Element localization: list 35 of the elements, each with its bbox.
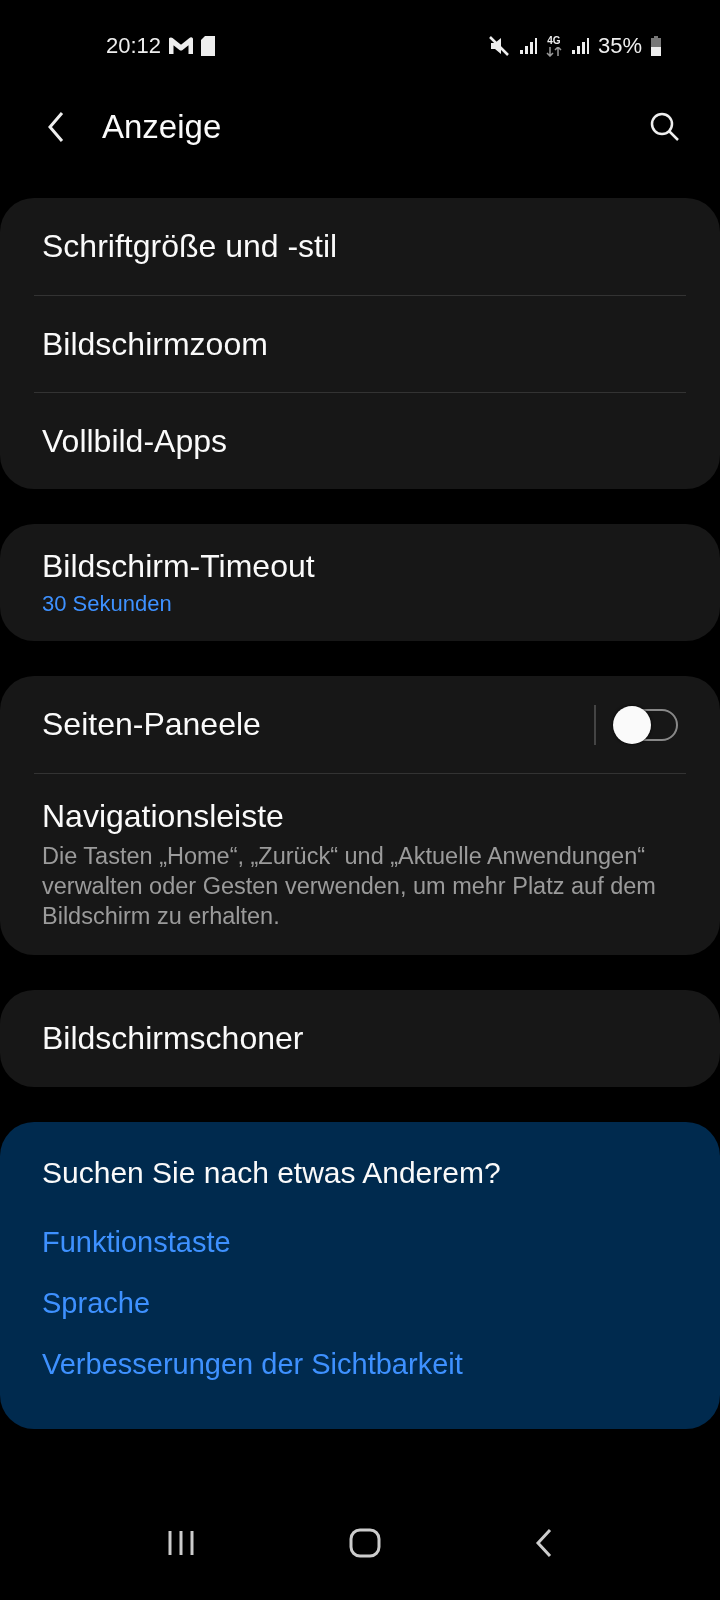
settings-item[interactable]: Seiten-Paneele xyxy=(34,676,686,773)
related-link[interactable]: Funktionstaste xyxy=(42,1212,231,1273)
home-icon xyxy=(349,1528,381,1558)
clock: 20:12 xyxy=(106,33,162,59)
sd-card-icon xyxy=(201,36,216,56)
settings-item[interactable]: Bildschirmzoom xyxy=(34,295,686,392)
mute-icon xyxy=(487,35,510,57)
settings-item[interactable]: Vollbild-Apps xyxy=(34,392,686,489)
network-type: 4G xyxy=(547,35,561,46)
signal-icon xyxy=(569,36,590,56)
toggle-switch[interactable] xyxy=(616,708,678,741)
signal-icon xyxy=(517,36,538,56)
search-icon xyxy=(650,112,680,142)
battery-icon xyxy=(650,35,662,57)
section-heading: Suchen Sie nach etwas Anderem? xyxy=(42,1156,502,1190)
settings-item[interactable]: Navigationsleiste Die Tasten „Home“, „Zurück“ und „Aktuelle Anwendungen“ verwalten oder Gesten verwenden, um mehr Platz auf dem Bildschirm zu erhalten. xyxy=(34,773,686,955)
item-title: Bildschirmschoner xyxy=(42,1020,305,1057)
item-summary: 30 Sekunden xyxy=(42,591,173,617)
item-title: Vollbild-Apps xyxy=(42,422,228,460)
page-title: Anzeige xyxy=(102,108,223,146)
related-link[interactable]: Sprache xyxy=(42,1273,150,1334)
item-title: Bildschirmzoom xyxy=(42,325,269,363)
battery-level: 35% xyxy=(597,33,642,59)
back-icon xyxy=(46,111,66,143)
item-title: Seiten-Paneele xyxy=(42,706,262,743)
item-title: Schriftgröße und -stil xyxy=(42,228,339,265)
item-title: Bildschirm-Timeout xyxy=(42,548,316,585)
back-icon xyxy=(533,1528,554,1558)
data-arrows-icon xyxy=(545,46,562,57)
related-link[interactable]: Verbesserungen der Sichtbarkeit xyxy=(42,1334,463,1395)
settings-item[interactable]: Schriftgröße und -stil xyxy=(34,198,686,295)
recent-apps-icon xyxy=(166,1529,197,1557)
item-description: Die Tasten „Home“, „Zurück“ und „Aktuelle Anwendungen“ verwalten oder Gesten verwenden, um mehr Platz auf dem Bildschirm zu erhalten. xyxy=(42,842,657,931)
item-title: Navigationsleiste xyxy=(42,798,285,835)
mail-icon xyxy=(169,36,194,56)
